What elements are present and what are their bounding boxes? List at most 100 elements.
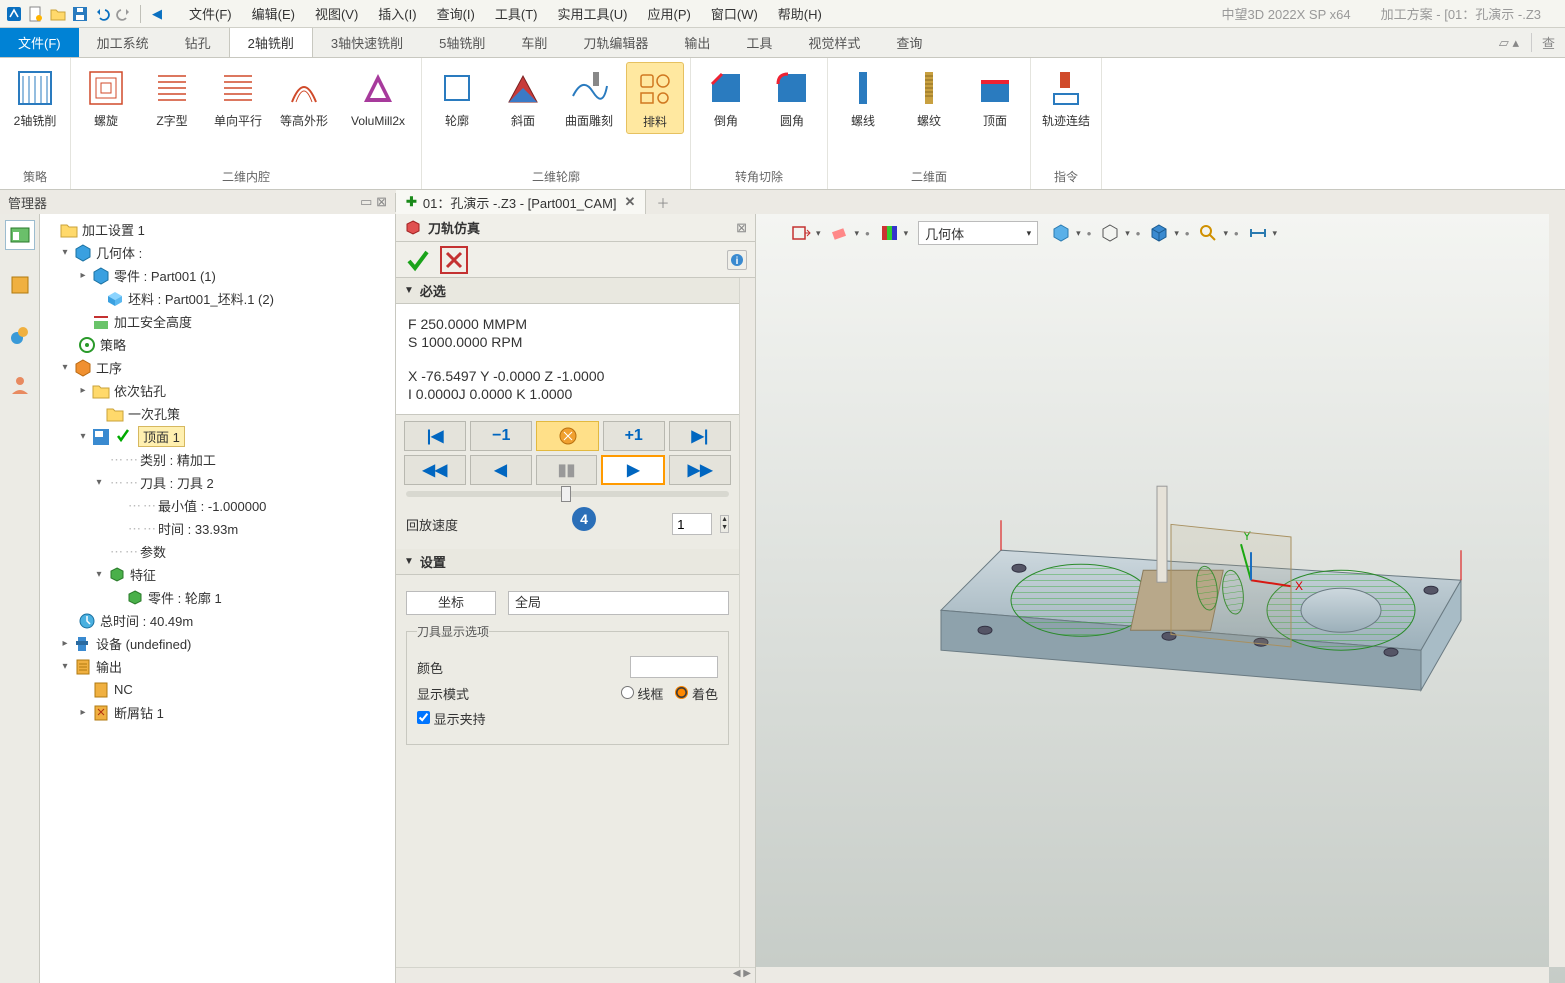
show-holder-check[interactable]: 显示夹持 — [417, 709, 486, 728]
ribbon-btn-volumill[interactable]: VoluMill2x — [341, 62, 415, 132]
caret-icon[interactable]: ◀ — [147, 4, 167, 24]
sim-section-required[interactable]: ▼必选 — [396, 278, 739, 304]
ribbon-btn-topface[interactable]: 顶面 — [966, 62, 1024, 132]
ok-button[interactable] — [404, 246, 432, 274]
ribbon-btn-highcontour[interactable]: 等高外形 — [275, 62, 333, 132]
playback-stepback-button[interactable]: ◀ — [470, 455, 532, 485]
tree-featpart[interactable]: 零件 : 轮廓 1 — [44, 586, 391, 609]
vt-eraser-icon[interactable] — [827, 220, 853, 246]
ribbon-btn-helix[interactable]: 螺线 — [834, 62, 892, 132]
ribbon-tab-output[interactable]: 输出 — [666, 28, 728, 57]
tree-min[interactable]: ⋯⋯最小值 : -1.000000 — [44, 494, 391, 517]
ribbon-btn-oneway[interactable]: 单向平行 — [209, 62, 267, 132]
tree-params[interactable]: ⋯⋯参数 — [44, 540, 391, 563]
sim-scrollbar[interactable] — [739, 278, 755, 967]
vt-cube1-icon[interactable] — [1048, 220, 1074, 246]
menu-file[interactable]: 文件(F) — [179, 4, 242, 23]
menu-util[interactable]: 实用工具(U) — [547, 4, 637, 23]
mode-wire-radio[interactable]: 线框 — [621, 684, 664, 703]
ribbon-btn-bevel[interactable]: 斜面 — [494, 62, 552, 132]
vt-exit-icon[interactable] — [788, 220, 814, 246]
ribbon-btn-chamfer[interactable]: 倒角 — [697, 62, 755, 132]
tree-topface[interactable]: ▾顶面 1 — [44, 425, 391, 448]
info-button[interactable]: i — [727, 250, 747, 270]
vt-measure-icon[interactable] — [1245, 220, 1271, 246]
menu-edit[interactable]: 编辑(E) — [242, 4, 305, 23]
menu-query[interactable]: 查询(I) — [427, 4, 485, 23]
redo-icon[interactable] — [114, 4, 134, 24]
ribbon-btn-spiral[interactable]: 螺旋 — [77, 62, 135, 132]
ribbon-btn-thread[interactable]: 螺纹 — [900, 62, 958, 132]
viewport-vscrollbar[interactable] — [1549, 214, 1565, 967]
vt-cube2-icon[interactable] — [1146, 220, 1172, 246]
playback-rewind-button[interactable]: ◀◀ — [404, 455, 466, 485]
mode-shade-radio[interactable]: 着色 — [675, 684, 718, 703]
pin-icon[interactable]: ▭ — [360, 194, 372, 209]
menu-window[interactable]: 窗口(W) — [701, 4, 768, 23]
rail-btn-geometry[interactable] — [5, 270, 35, 300]
tree-ops[interactable]: ▾工序 — [44, 356, 391, 379]
ribbon-tab-tools[interactable]: 工具 — [728, 28, 790, 57]
save-icon[interactable] — [70, 4, 90, 24]
open-icon[interactable] — [48, 4, 68, 24]
playback-play-button[interactable]: ▶ — [601, 455, 665, 485]
tree-drillseq[interactable]: ▸依次钻孔 — [44, 379, 391, 402]
tree-strategy[interactable]: 策略 — [44, 333, 391, 356]
ribbon-tab-sys[interactable]: 加工系统 — [79, 28, 167, 57]
tree-tool[interactable]: ▾⋯⋯刀具 : 刀具 2 — [44, 471, 391, 494]
playback-plus1-button[interactable]: +1 — [603, 421, 665, 451]
tree-stock[interactable]: 坯料 : Part001_坯料.1 (2) — [44, 287, 391, 310]
menu-tools[interactable]: 工具(T) — [485, 4, 548, 23]
menu-view[interactable]: 视图(V) — [305, 4, 368, 23]
playback-record-button[interactable] — [536, 421, 598, 451]
playback-position-slider[interactable] — [406, 491, 729, 497]
ribbon-tab-file[interactable]: 文件(F) — [0, 28, 79, 57]
add-tab-button[interactable]: ＋ — [646, 193, 679, 212]
playback-minus1-button[interactable]: −1 — [470, 421, 532, 451]
tree-chip[interactable]: ▸断屑钻 1 — [44, 701, 391, 724]
vt-zoom-icon[interactable] — [1195, 220, 1221, 246]
ribbon-tab-visual[interactable]: 视觉样式 — [790, 28, 878, 57]
sim-close-icon[interactable]: ⊠ — [736, 220, 747, 236]
ribbon-collapse-icon[interactable]: ▱ ▴ — [1499, 35, 1519, 51]
viewport-hscrollbar[interactable] — [756, 967, 1549, 983]
menu-help[interactable]: 帮助(H) — [768, 4, 832, 23]
sim-hscrollbar[interactable]: ◀ ▶ — [729, 968, 755, 983]
tree-part[interactable]: ▸零件 : Part001 (1) — [44, 264, 391, 287]
document-tab[interactable]: ✚ 01：孔演示 -.Z3 - [Part001_CAM] ✕ — [396, 190, 646, 214]
ribbon-btn-mill2ax[interactable]: 2轴铣削 — [6, 62, 64, 132]
tree-class[interactable]: ⋯⋯类别 : 精加工 — [44, 448, 391, 471]
tree-output[interactable]: ▾输出 — [44, 655, 391, 678]
new-icon[interactable] — [26, 4, 46, 24]
color-swatch[interactable] — [630, 656, 718, 678]
ribbon-tab-editor[interactable]: 刀轨编辑器 — [565, 28, 666, 57]
ribbon-tab-mill5[interactable]: 5轴铣削 — [421, 28, 503, 57]
tree-feature[interactable]: ▾特征 — [44, 563, 391, 586]
tree-nc[interactable]: NC — [44, 678, 391, 701]
ribbon-btn-link[interactable]: 轨迹连结 — [1037, 62, 1095, 132]
playback-first-button[interactable]: |◀ — [404, 421, 466, 451]
ribbon-btn-fillet[interactable]: 圆角 — [763, 62, 821, 132]
playback-pause-button[interactable]: ▮▮ — [536, 455, 598, 485]
tree-total[interactable]: 总时间 : 40.49m — [44, 609, 391, 632]
vt-palette-icon[interactable] — [876, 220, 902, 246]
menu-insert[interactable]: 插入(I) — [368, 4, 426, 23]
tree-root[interactable]: 加工设置 1 — [44, 218, 391, 241]
close-panel-icon[interactable]: ⊠ — [376, 194, 387, 209]
tree-device[interactable]: ▸设备 (undefined) — [44, 632, 391, 655]
sim-section-settings[interactable]: ▼设置 — [396, 549, 739, 575]
ribbon-search-icon[interactable]: 查 — [1531, 33, 1555, 52]
rail-btn-nc[interactable] — [5, 320, 35, 350]
tree-drillonce[interactable]: 一次孔策 — [44, 402, 391, 425]
cancel-button[interactable] — [440, 246, 468, 274]
ribbon-btn-engrave[interactable]: 曲面雕刻 — [560, 62, 618, 132]
tree-safe[interactable]: 加工安全高度 — [44, 310, 391, 333]
tree-geometry[interactable]: ▾几何体 : — [44, 241, 391, 264]
ribbon-tab-mill2[interactable]: 2轴铣削 — [229, 28, 313, 57]
close-tab-icon[interactable]: ✕ — [625, 194, 636, 210]
ribbon-btn-profile[interactable]: 轮廓 — [428, 62, 486, 132]
ribbon-tab-mill3[interactable]: 3轴快速铣削 — [313, 28, 421, 57]
tree-time[interactable]: ⋯⋯时间 : 33.93m — [44, 517, 391, 540]
playback-last-button[interactable]: ▶| — [669, 421, 731, 451]
viewport[interactable]: ▾ ▾ • ▾ 几何体▾ ▾ • ▾ • ▾ • ▾ • ▾ — [756, 214, 1565, 983]
